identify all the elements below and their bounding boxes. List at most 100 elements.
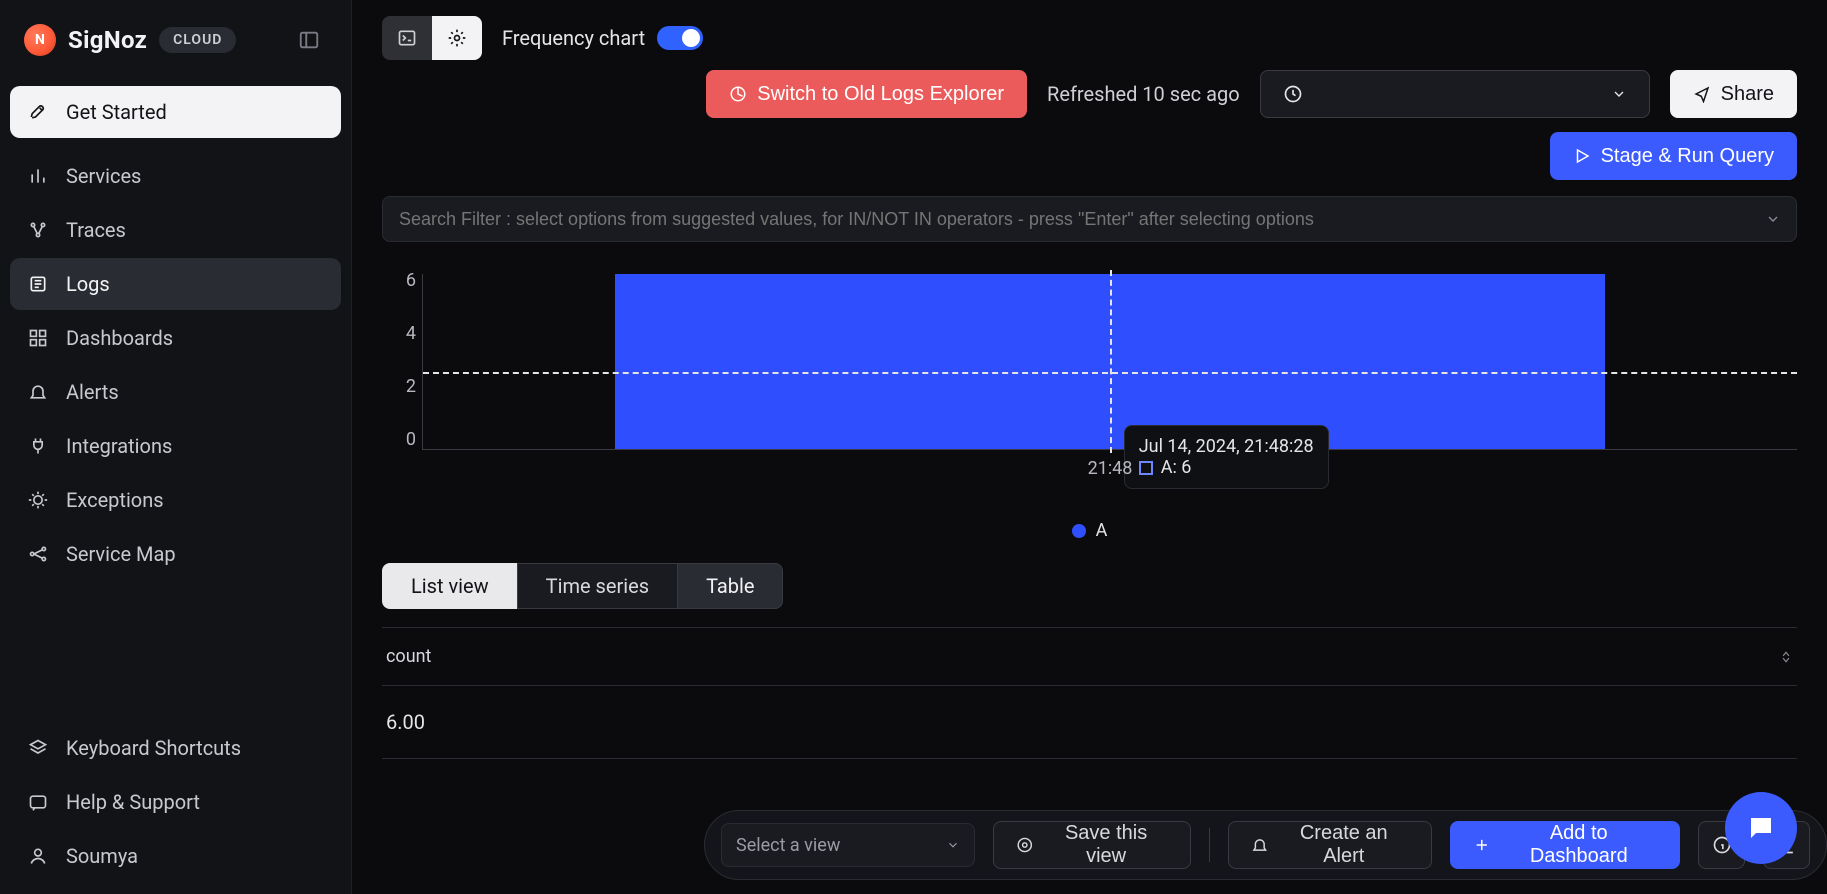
x-tick: 21:48 [1088,458,1133,479]
layers-icon [26,738,50,758]
refreshed-label: Refreshed 10 sec ago [1047,82,1240,106]
switch-old-explorer-button[interactable]: Switch to Old Logs Explorer [706,70,1027,118]
toolbar: Switch to Old Logs Explorer Refreshed 10… [352,70,1827,132]
network-icon [26,220,50,240]
y-tick: 6 [406,270,416,291]
nav-label: Dashboards [66,326,173,350]
chevron-down-icon [946,838,960,852]
chevron-down-icon [1765,211,1781,227]
mode-builder-button[interactable] [432,16,482,60]
nav-label: Service Map [66,542,176,566]
table-row: 6.00 [382,686,1797,759]
frequency-label: Frequency chart [502,26,645,50]
y-tick: 2 [406,376,416,397]
nav-get-started[interactable]: Get Started [10,86,341,138]
nav-help[interactable]: Help & Support [10,776,341,828]
nav-integrations[interactable]: Integrations [10,420,341,472]
tab-label: Time series [546,574,649,598]
nav-service-map[interactable]: Service Map [10,528,341,580]
clock-icon [1283,84,1303,104]
bug-icon [26,490,50,510]
chart-legend: A [382,520,1797,541]
plot-area[interactable]: Jul 14, 2024, 21:48:28 A: 6 21:48 [422,274,1797,450]
nav-label: Soumya [66,844,138,868]
plug-icon [26,436,50,456]
search-input[interactable] [382,196,1797,242]
stage-run-button[interactable]: Stage & Run Query [1550,132,1797,180]
sidebar-header: N SigNoz CLOUD [0,0,351,86]
user-icon [26,846,50,866]
y-axis: 6 4 2 0 [382,270,416,450]
add-to-dashboard-button[interactable]: Add to Dashboard [1450,821,1681,869]
nav-alerts[interactable]: Alerts [10,366,341,418]
nav-label: Services [66,164,141,188]
editor-mode-toggle [382,16,482,60]
sidebar: N SigNoz CLOUD Get Started Services [0,0,352,894]
button-label: Create an Alert [1279,822,1409,868]
mode-terminal-button[interactable] [382,16,432,60]
crosshair-horizontal [423,372,1797,374]
button-label: Switch to Old Logs Explorer [757,83,1004,106]
button-label: Stage & Run Query [1601,145,1774,168]
tooltip-value: A: 6 [1161,457,1192,478]
select-view-placeholder: Select a view [736,835,840,856]
tab-table[interactable]: Table [677,563,783,609]
brand-name: SigNoz [68,26,147,54]
main: Frequency chart Switch to Old Logs Explo… [352,0,1827,894]
create-alert-button[interactable]: Create an Alert [1228,821,1431,869]
nav-label: Traces [66,218,126,242]
nav-label: Help & Support [66,790,200,814]
logs-icon [26,274,50,294]
nav-services[interactable]: Services [10,150,341,202]
map-icon [26,544,50,564]
share-button[interactable]: Share [1670,70,1797,118]
topbar: Frequency chart [352,0,1827,70]
tab-list-view[interactable]: List view [382,563,517,609]
nav-shortcuts[interactable]: Keyboard Shortcuts [10,722,341,774]
nav-label: Keyboard Shortcuts [66,736,241,760]
sidebar-footer: Keyboard Shortcuts Help & Support Soumya [0,722,351,894]
tab-label: Table [706,574,754,598]
button-label: Share [1721,83,1774,106]
results-table: count 6.00 [382,627,1797,759]
rocket-icon [26,102,50,122]
nav-logs[interactable]: Logs [10,258,341,310]
sort-icon[interactable] [1779,648,1793,666]
select-view-dropdown[interactable]: Select a view [721,823,975,867]
tooltip-date: Jul 14, 2024, 21:48:28 [1139,436,1314,457]
nav-label: Alerts [66,380,119,404]
tab-time-series[interactable]: Time series [517,563,677,609]
nav-label: Integrations [66,434,172,458]
button-label: Add to Dashboard [1500,822,1657,868]
save-view-button[interactable]: Save this view [993,821,1191,869]
frequency-toggle[interactable] [657,26,703,50]
table-header[interactable]: count [382,628,1797,686]
chevron-down-icon [1611,86,1627,102]
nav-label: Get Started [66,100,167,124]
th-count: count [386,646,431,667]
tooltip-swatch [1139,461,1153,475]
collapse-sidebar-icon[interactable] [291,22,327,58]
nav-label: Exceptions [66,488,164,512]
nav-account[interactable]: Soumya [10,830,341,882]
chart-tooltip: Jul 14, 2024, 21:48:28 A: 6 [1124,425,1329,489]
nav-exceptions[interactable]: Exceptions [10,474,341,526]
tab-label: List view [411,574,489,598]
button-label: Save this view [1044,822,1168,868]
legend-label: A [1096,520,1108,541]
crosshair-vertical [1110,270,1112,453]
y-tick: 4 [406,323,416,344]
grid-icon [26,328,50,348]
cell-value: 6.00 [386,710,425,734]
help-icon [26,792,50,812]
search-filter[interactable] [382,196,1797,242]
frequency-chart: 6 4 2 0 Jul 14, 2024, 21:48:28 A: 6 21:4… [352,260,1827,541]
chat-fab[interactable] [1725,792,1797,864]
legend-swatch [1072,524,1086,538]
nav-traces[interactable]: Traces [10,204,341,256]
time-range-select[interactable] [1260,70,1650,118]
nav-label: Logs [66,272,110,296]
logo-icon: N [24,24,56,56]
nav-dashboards[interactable]: Dashboards [10,312,341,364]
view-tabs: List view Time series Table [382,563,1797,609]
